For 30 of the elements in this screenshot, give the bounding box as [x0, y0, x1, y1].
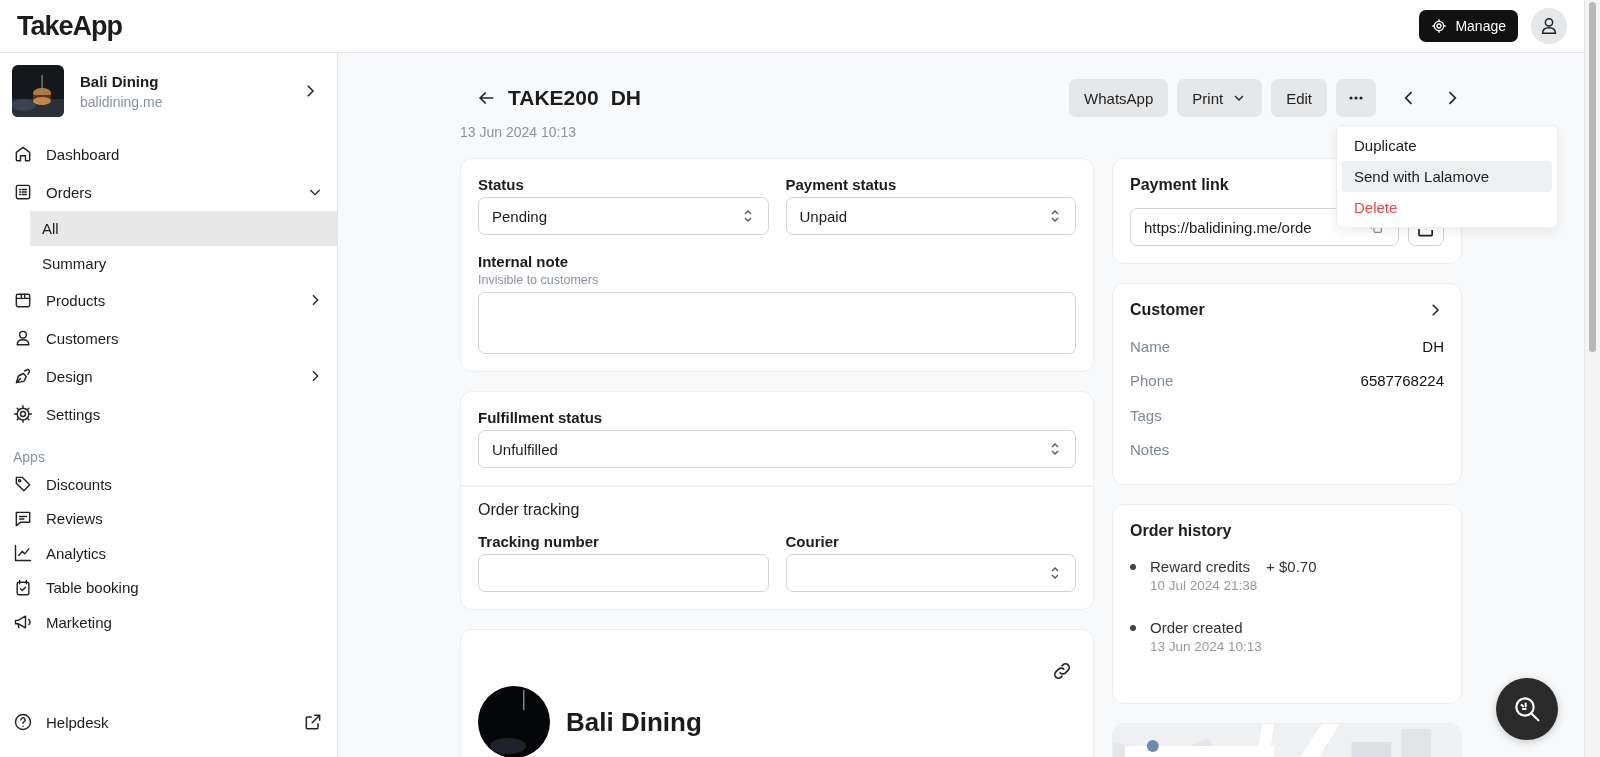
- card-title: Customer: [1130, 301, 1205, 319]
- field-label: Notes: [1130, 441, 1170, 459]
- field-label: Courier: [785, 533, 840, 550]
- field-label: Payment status: [785, 176, 898, 193]
- store-name: Bali Dining: [566, 706, 702, 738]
- field-label: Status: [478, 176, 525, 193]
- store-name: Bali Dining: [80, 72, 160, 90]
- customer-code: DH: [610, 86, 641, 110]
- event-time: 13 Jun 2024 10:13: [1150, 639, 1262, 654]
- event-time: 10 Jul 2024 21:38: [1150, 578, 1259, 593]
- field-label: Name: [1130, 337, 1170, 355]
- card-title: Payment link: [1130, 176, 1229, 194]
- field-hint: Invisible to customers: [478, 273, 600, 287]
- event-title: Reward credits: [1150, 558, 1251, 575]
- field-label: Fulfillment status: [478, 409, 604, 426]
- field-label: Tracking number: [478, 533, 600, 550]
- field-label: Tags: [1130, 406, 1162, 424]
- field-value: DH: [1422, 337, 1444, 355]
- event-amount: + $0.70: [1266, 558, 1317, 575]
- order-number: TAKE200: [508, 86, 599, 110]
- card-title: Order history: [1130, 522, 1232, 540]
- field-value: 6587768224: [1360, 372, 1444, 390]
- section-title: Order tracking: [478, 501, 581, 519]
- section-heading: Apps: [12, 448, 46, 467]
- store-domain: balidining.me: [80, 93, 164, 110]
- order-date: 13 Jun 2024 10:13: [460, 124, 577, 140]
- logo: TakeApp: [17, 10, 123, 42]
- field-label: Phone: [1130, 372, 1174, 390]
- event-title: Order created: [1150, 619, 1243, 636]
- field-label: Internal note: [478, 253, 569, 270]
